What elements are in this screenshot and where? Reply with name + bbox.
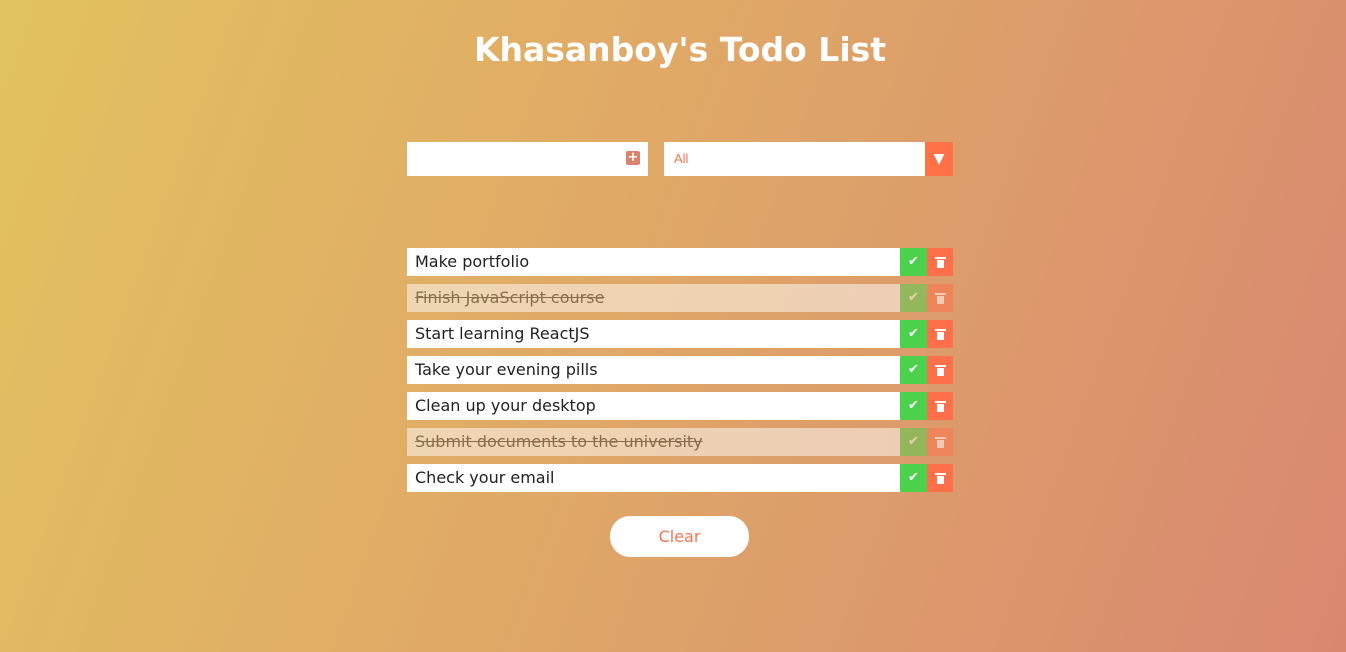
todo-text: Make portfolio [407, 248, 900, 276]
delete-button[interactable] [927, 356, 953, 384]
todo-text: Clean up your desktop [407, 392, 900, 420]
page-title: Khasanboy's Todo List [473, 30, 887, 69]
trash-icon [934, 328, 946, 340]
todo-item: Make portfolio ✔ [407, 248, 953, 276]
trash-icon [934, 436, 946, 448]
delete-button[interactable] [927, 320, 953, 348]
todo-text: Submit documents to the university [407, 428, 900, 456]
todo-list: Make portfolio ✔ Finish JavaScript cours… [407, 248, 953, 500]
trash-icon [934, 256, 946, 268]
todo-text: Finish JavaScript course [407, 284, 900, 312]
check-icon[interactable]: ✔ [900, 392, 927, 420]
delete-button[interactable] [927, 284, 953, 312]
todo-item: Clean up your desktop ✔ [407, 392, 953, 420]
clear-button[interactable]: Clear [610, 516, 749, 557]
delete-button[interactable] [927, 428, 953, 456]
plus-square-icon: + [627, 150, 639, 165]
todo-input[interactable] [407, 142, 607, 176]
todo-text: Take your evening pills [407, 356, 900, 384]
todo-input-container: + [407, 142, 648, 176]
todo-text: Start learning ReactJS [407, 320, 900, 348]
check-icon[interactable]: ✔ [900, 320, 927, 348]
trash-icon [934, 472, 946, 484]
delete-button[interactable] [927, 248, 953, 276]
trash-icon [934, 364, 946, 376]
triangle-down-icon[interactable]: ▼ [925, 142, 953, 176]
todo-item: Finish JavaScript course ✔ [407, 284, 953, 312]
todo-text: Check your email [407, 464, 900, 492]
filter-select[interactable]: All ▼ [664, 142, 953, 176]
filter-selected-value: All [674, 151, 689, 166]
add-todo-button[interactable]: + [626, 151, 640, 165]
check-icon[interactable]: ✔ [900, 356, 927, 384]
todo-item: Start learning ReactJS ✔ [407, 320, 953, 348]
todo-item: Submit documents to the university ✔ [407, 428, 953, 456]
trash-icon [934, 292, 946, 304]
check-icon[interactable]: ✔ [900, 428, 927, 456]
check-icon[interactable]: ✔ [900, 248, 927, 276]
delete-button[interactable] [927, 464, 953, 492]
trash-icon [934, 400, 946, 412]
check-icon[interactable]: ✔ [900, 284, 927, 312]
todo-item: Check your email ✔ [407, 464, 953, 492]
check-icon[interactable]: ✔ [900, 464, 927, 492]
delete-button[interactable] [927, 392, 953, 420]
todo-item: Take your evening pills ✔ [407, 356, 953, 384]
